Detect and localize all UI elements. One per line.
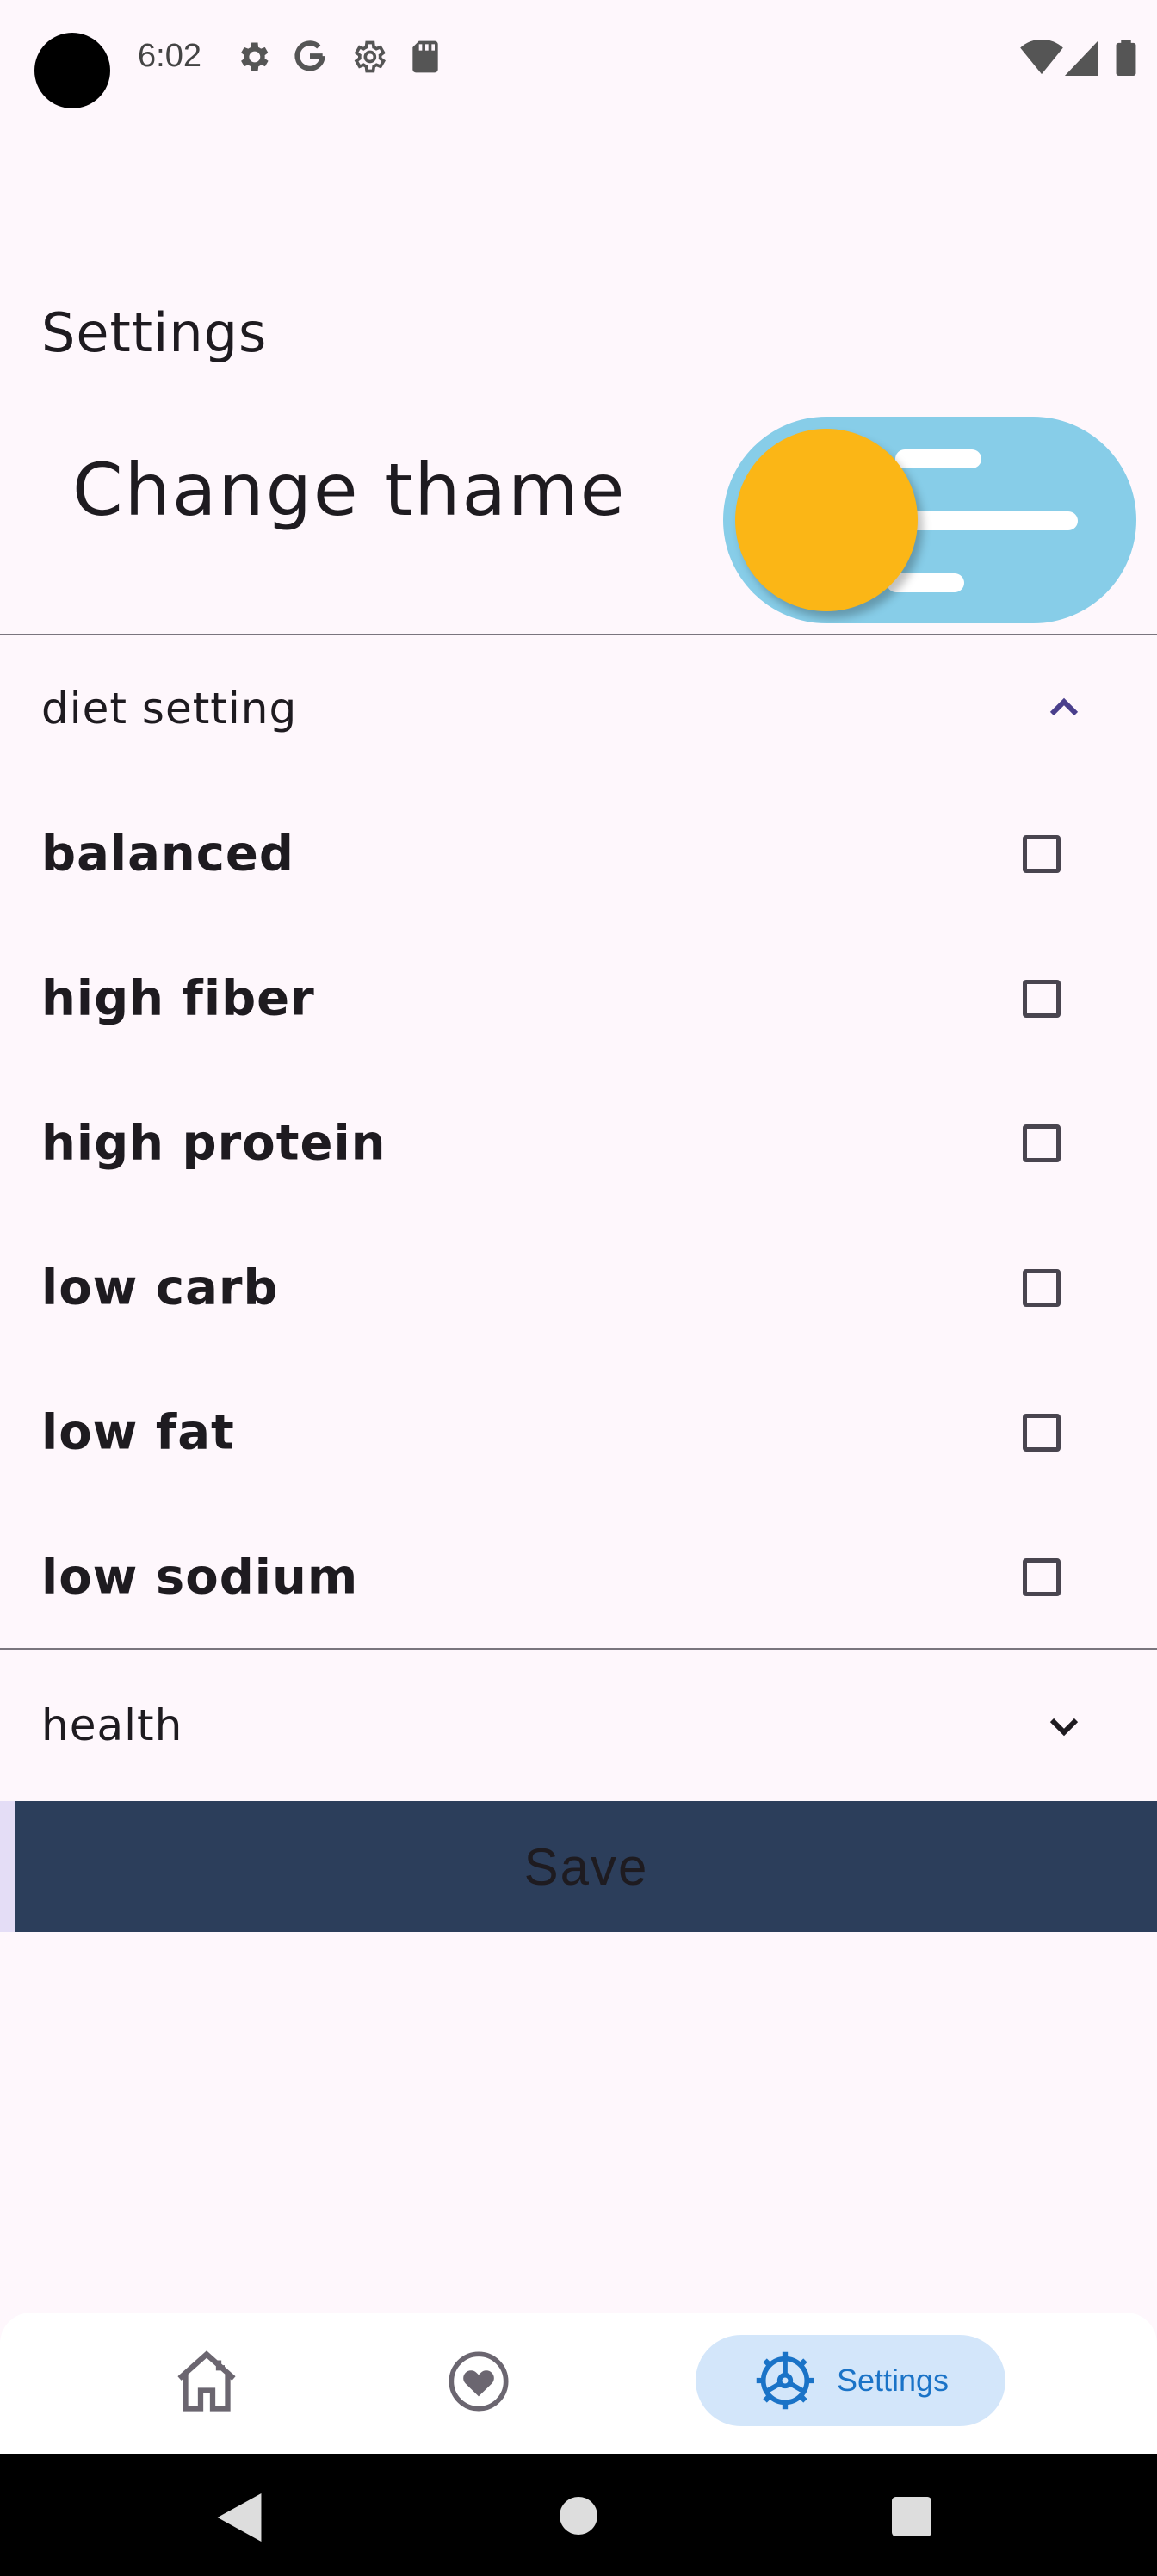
settings-icon <box>756 2351 814 2410</box>
battery-icon <box>1116 40 1136 76</box>
diet-option-balanced[interactable]: balanced <box>0 782 1157 926</box>
checkbox[interactable] <box>1023 1558 1061 1596</box>
diet-option-low-carb[interactable]: low carb <box>0 1216 1157 1360</box>
back-icon[interactable] <box>217 2493 262 2542</box>
diet-option-label: balanced <box>41 826 294 882</box>
diet-option-label: high fiber <box>41 970 315 1027</box>
nav-favorites[interactable] <box>427 2335 530 2428</box>
diet-option-label: low sodium <box>41 1549 359 1606</box>
diet-option-low-fat[interactable]: low fat <box>0 1360 1157 1505</box>
wifi-icon <box>1020 40 1063 75</box>
page-title: Settings <box>41 301 268 364</box>
gear-outline-icon <box>354 40 387 73</box>
nav-home[interactable] <box>155 2335 258 2428</box>
theme-toggle[interactable] <box>723 417 1136 623</box>
checkbox[interactable] <box>1023 1414 1061 1452</box>
chevron-up-icon <box>1049 697 1079 716</box>
home-icon <box>177 2350 236 2412</box>
health-header[interactable]: health <box>0 1650 1157 1801</box>
diet-option-label: low carb <box>41 1260 279 1316</box>
camera-cutout <box>34 33 110 108</box>
diet-option-high-fiber[interactable]: high fiber <box>0 926 1157 1071</box>
diet-option-label: high protein <box>41 1115 387 1172</box>
sd-card-icon <box>412 40 438 73</box>
status-bar: 6:02 <box>0 0 1157 121</box>
theme-label: Change thame <box>72 448 627 532</box>
nav-settings-label: Settings <box>836 2362 950 2398</box>
checkbox[interactable] <box>1023 835 1061 873</box>
recents-icon[interactable] <box>892 2497 931 2536</box>
diet-option-low-sodium[interactable]: low sodium <box>0 1505 1157 1650</box>
bottom-navigation: Settings <box>0 2313 1157 2454</box>
diet-setting-header[interactable]: diet setting <box>0 635 1157 782</box>
nav-settings[interactable]: Settings <box>696 2335 1005 2426</box>
checkbox[interactable] <box>1023 980 1061 1018</box>
diet-option-label: low fat <box>41 1404 235 1461</box>
system-navigation-bar <box>0 2454 1157 2576</box>
signal-icon <box>1064 40 1098 76</box>
status-time: 6:02 <box>138 38 201 74</box>
diet-option-high-protein[interactable]: high protein <box>0 1071 1157 1216</box>
save-button[interactable]: Save <box>15 1801 1157 1932</box>
toggle-stripe-top <box>895 449 981 468</box>
save-label: Save <box>523 1837 649 1896</box>
diet-setting-label: diet setting <box>41 684 298 734</box>
google-icon <box>294 40 325 71</box>
sun-icon <box>735 429 918 611</box>
health-label: health <box>41 1700 183 1750</box>
chevron-down-icon <box>1049 1718 1079 1737</box>
save-area: Save <box>0 1801 1157 1932</box>
heart-icon <box>449 2351 509 2412</box>
home-circle-icon[interactable] <box>560 2497 597 2535</box>
checkbox[interactable] <box>1023 1269 1061 1307</box>
checkbox[interactable] <box>1023 1124 1061 1162</box>
gear-icon <box>241 42 269 71</box>
